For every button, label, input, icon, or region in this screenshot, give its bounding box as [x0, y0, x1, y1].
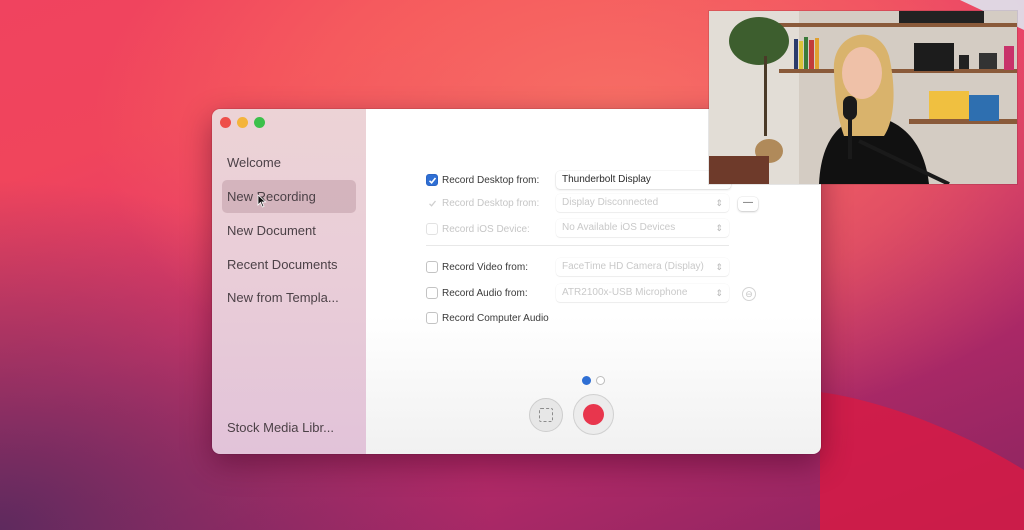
checkmark-icon: [428, 200, 436, 207]
sidebar-item-label: Welcome: [227, 155, 281, 170]
record-button[interactable]: [573, 394, 614, 435]
video-source-value: FaceTime HD Camera (Display): [562, 261, 704, 272]
record-audio-checkbox[interactable]: [426, 287, 438, 299]
record-computer-audio-checkbox[interactable]: [426, 312, 438, 324]
record-computer-audio-label: Record Computer Audio: [442, 312, 549, 324]
close-window-button[interactable]: [220, 117, 231, 128]
audio-source-value: ATR2100x-USB Microphone: [562, 287, 688, 298]
sidebar-item-label: New Recording: [227, 189, 316, 204]
secondary-desktop-source-select[interactable]: Display Disconnected ⇕: [556, 194, 729, 212]
record-computer-audio-row: Record Computer Audio: [426, 308, 549, 328]
chevron-updown-icon: ⇕: [715, 198, 723, 208]
select-screen-area-button[interactable]: [529, 398, 563, 432]
selection-frame-icon: [539, 408, 553, 422]
page-dot-1[interactable]: [582, 376, 591, 385]
minimize-window-button[interactable]: [237, 117, 248, 128]
audio-source-select[interactable]: ATR2100x-USB Microphone ⇕: [556, 284, 729, 302]
sidebar-item-label: Recent Documents: [227, 257, 338, 272]
record-desktop-secondary-checkbox[interactable]: [426, 197, 438, 209]
chevron-updown-icon: ⇕: [715, 288, 723, 298]
sidebar-item-welcome[interactable]: Welcome: [222, 146, 356, 179]
remove-display-button[interactable]: —: [738, 197, 758, 211]
sidebar-item-new-from-template[interactable]: New from Templa...: [222, 281, 356, 314]
section-divider: [426, 245, 729, 246]
record-desktop-secondary-label: Record Desktop from:: [442, 197, 540, 209]
sidebar-item-stock-media-library[interactable]: Stock Media Libr...: [222, 411, 356, 444]
presenter-video: [709, 11, 1017, 184]
zoom-window-button[interactable]: [254, 117, 265, 128]
mouse-cursor-icon: [257, 194, 267, 208]
record-ios-label: Record iOS Device:: [442, 223, 530, 235]
sidebar-item-recent-documents[interactable]: Recent Documents: [222, 248, 356, 281]
audio-level-button[interactable]: ⊖: [742, 287, 756, 301]
page-indicator: [582, 376, 605, 385]
sidebar: Welcome New Recording New Document Recen…: [212, 109, 366, 454]
record-video-row: Record Video from:: [426, 257, 528, 277]
record-ios-checkbox[interactable]: [426, 223, 438, 235]
record-audio-label: Record Audio from:: [442, 287, 528, 299]
record-desktop-secondary-row: Record Desktop from:: [426, 193, 539, 213]
window-controls: [220, 117, 265, 128]
record-video-label: Record Video from:: [442, 261, 528, 273]
record-desktop-label: Record Desktop from:: [442, 174, 540, 186]
page-dot-2[interactable]: [596, 376, 605, 385]
sidebar-item-new-document[interactable]: New Document: [222, 214, 356, 247]
video-source-select[interactable]: FaceTime HD Camera (Display) ⇕: [556, 258, 729, 276]
ios-device-select[interactable]: No Available iOS Devices ⇕: [556, 219, 729, 237]
chevron-updown-icon: ⇕: [715, 262, 723, 272]
minus-icon: —: [743, 197, 753, 208]
record-dot-icon: [583, 404, 604, 425]
chevron-updown-icon: ⇕: [715, 223, 723, 233]
sidebar-item-label: New Document: [227, 223, 316, 238]
desktop-source-value: Thunderbolt Display: [562, 174, 651, 185]
secondary-desktop-source-value: Display Disconnected: [562, 197, 659, 208]
sidebar-item-label: New from Templa...: [227, 290, 339, 305]
sidebar-item-new-recording[interactable]: New Recording: [222, 180, 356, 213]
sidebar-item-label: Stock Media Libr...: [227, 420, 334, 435]
record-audio-row: Record Audio from:: [426, 283, 528, 303]
checkmark-icon: [428, 176, 436, 184]
webcam-overlay: [709, 11, 1017, 184]
record-ios-row: Record iOS Device:: [426, 219, 530, 239]
record-desktop-checkbox[interactable]: [426, 174, 438, 186]
audio-level-icon: ⊖: [745, 289, 753, 299]
record-video-checkbox[interactable]: [426, 261, 438, 273]
record-desktop-row: Record Desktop from:: [426, 170, 539, 190]
ios-device-value: No Available iOS Devices: [562, 222, 676, 233]
desktop-source-select[interactable]: Thunderbolt Display: [556, 171, 731, 189]
